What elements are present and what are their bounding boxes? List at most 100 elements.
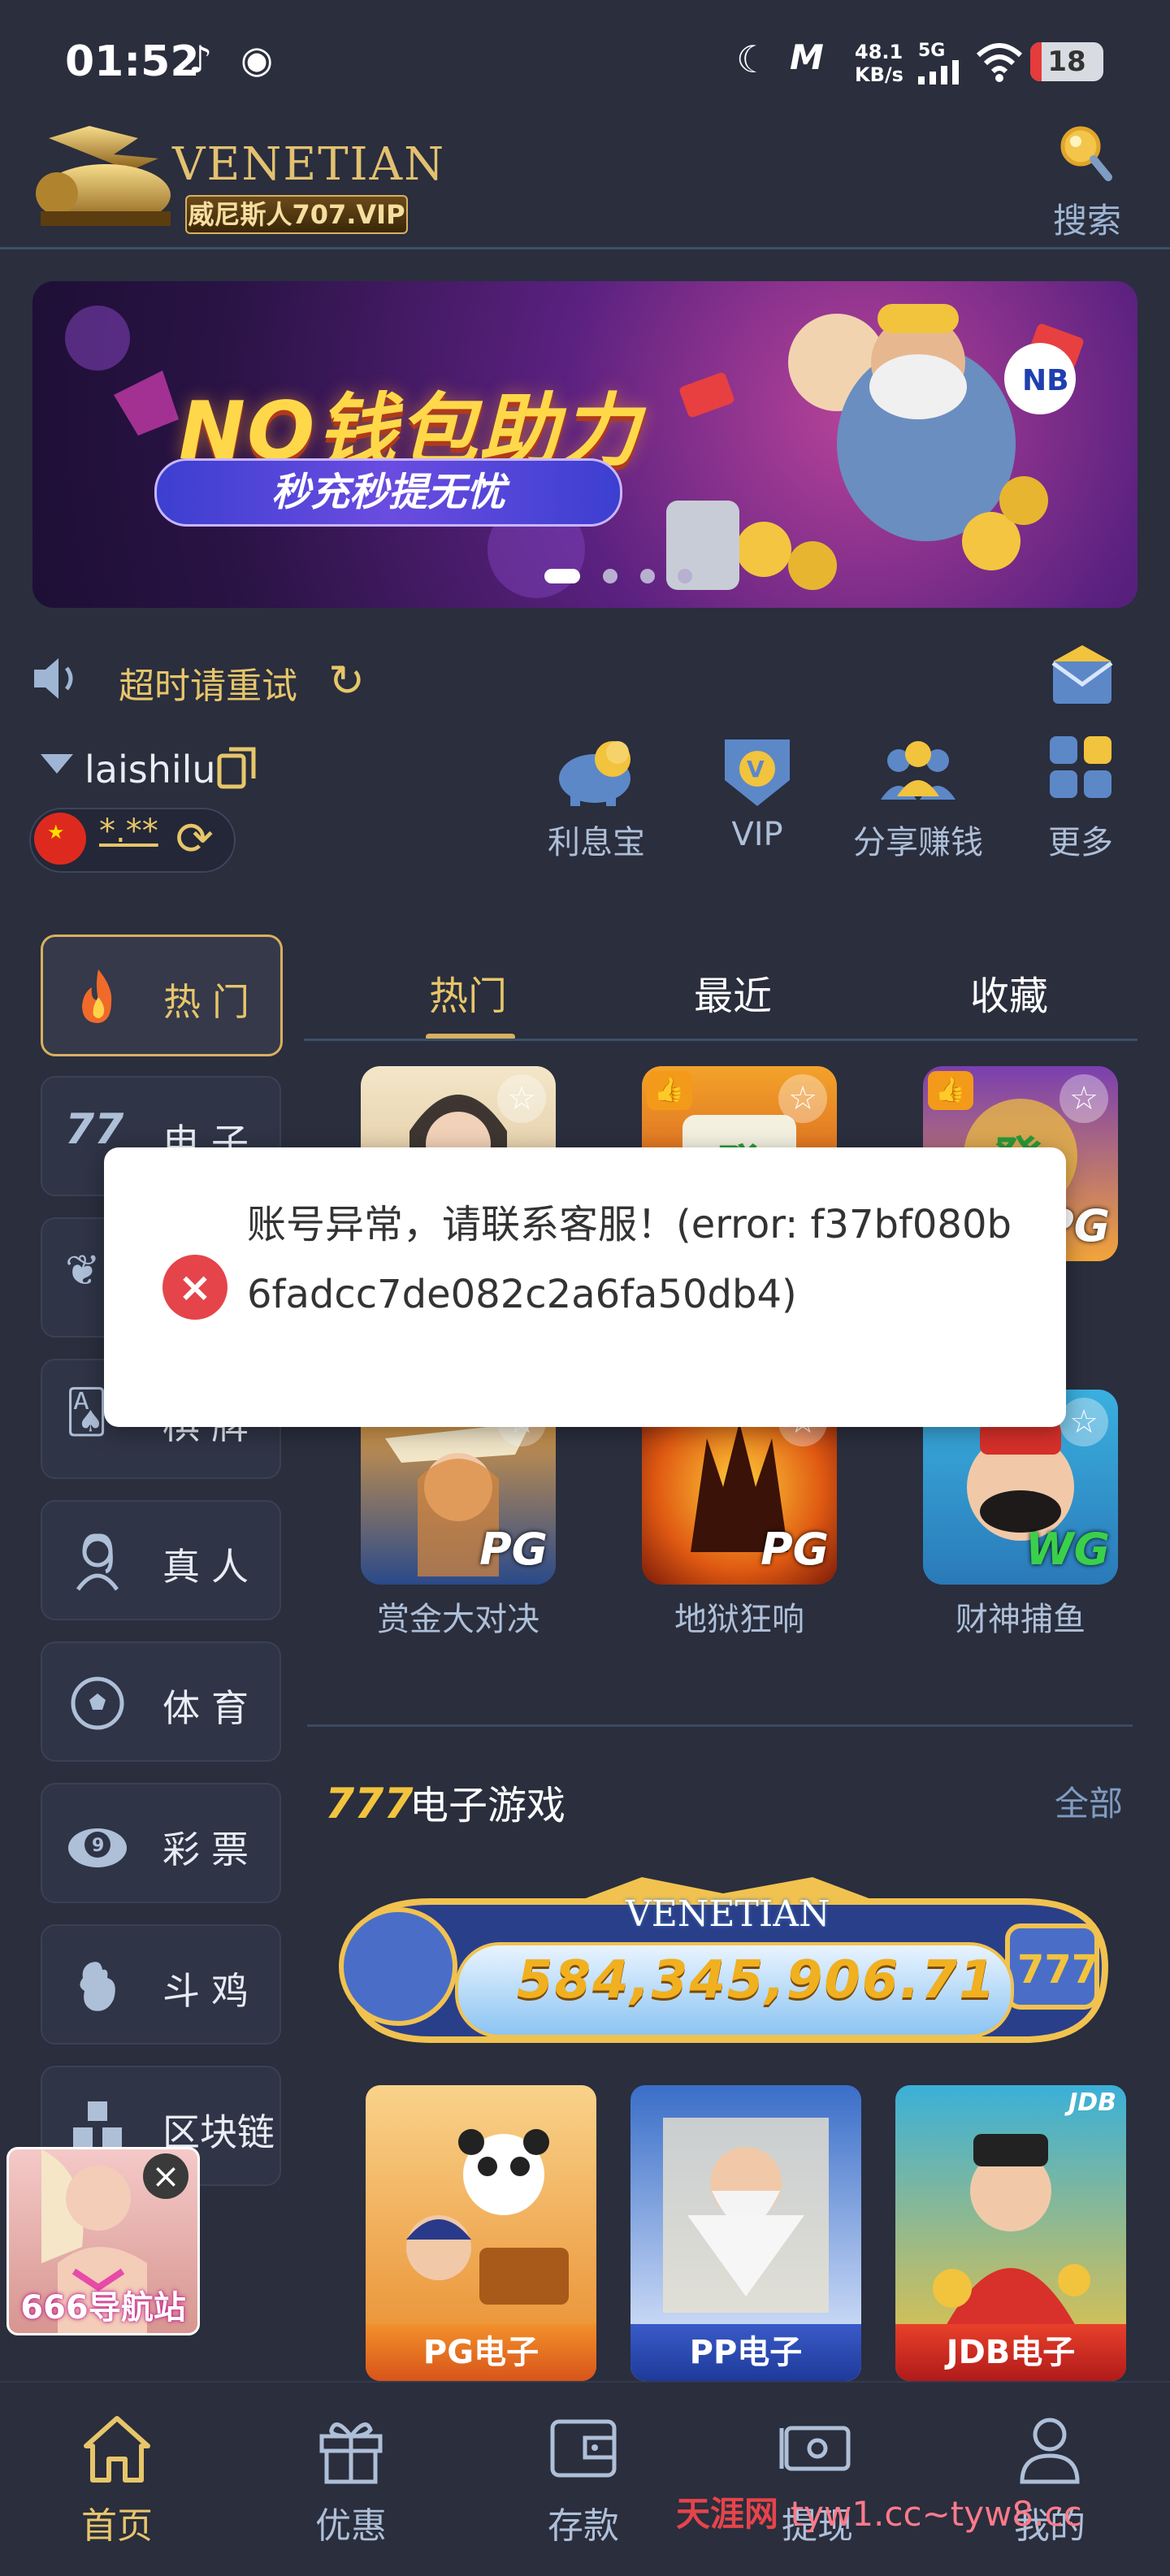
ad-label: 666导航站 bbox=[20, 2289, 186, 2327]
favorite-star-icon[interactable]: ☆ bbox=[1060, 1398, 1108, 1446]
nav-label: 存款 bbox=[548, 2505, 619, 2547]
provider-brand: PG bbox=[760, 1524, 829, 1575]
tab-favorites[interactable]: 收藏 bbox=[970, 964, 1048, 1021]
quick-action-share[interactable]: 分享赚钱 bbox=[845, 731, 991, 863]
retry-icon[interactable]: ↻ bbox=[328, 655, 365, 706]
piggy-bank-icon bbox=[559, 741, 630, 806]
china-flag-icon: ★ bbox=[34, 813, 86, 865]
speaker-icon bbox=[34, 658, 73, 699]
search-icon[interactable] bbox=[1056, 120, 1113, 185]
wifi-icon bbox=[976, 43, 1023, 82]
banner-pagination[interactable] bbox=[544, 569, 715, 587]
provider-card-pg[interactable]: PG电子 bbox=[366, 2085, 596, 2381]
share-people-icon bbox=[881, 741, 956, 800]
promo-banner[interactable]: NB NO钱包助力 秒充秒提无忧 bbox=[32, 281, 1138, 608]
category-sports[interactable]: 体育 bbox=[41, 1641, 281, 1762]
section-divider bbox=[307, 1724, 1133, 1727]
game-name: 地狱狂响 bbox=[674, 1601, 804, 1638]
provider-card-jdb[interactable]: JDB JDB电子 bbox=[895, 2085, 1126, 2381]
category-label: 斗鸡 bbox=[162, 1969, 260, 2013]
logo-text: VENETIAN bbox=[172, 138, 446, 191]
favorite-star-icon[interactable]: ☆ bbox=[778, 1074, 827, 1123]
nav-label: 首页 bbox=[81, 2505, 153, 2547]
tab-hot[interactable]: 热门 bbox=[429, 964, 507, 1021]
jdb-logo: JDB bbox=[1068, 2088, 1116, 2117]
tab-recent[interactable]: 最近 bbox=[694, 964, 772, 1021]
nav-home[interactable]: 首页 bbox=[36, 2412, 198, 2548]
marquee-notice: 超时请重试 bbox=[119, 666, 297, 707]
banner-dot[interactable] bbox=[640, 569, 655, 583]
category-hot[interactable]: 热门 bbox=[41, 935, 283, 1056]
quick-action-more[interactable]: 更多 bbox=[1008, 731, 1154, 863]
svg-text:V: V bbox=[747, 756, 765, 783]
wallet-icon bbox=[550, 2419, 617, 2478]
category-lottery[interactable]: 9 彩票 bbox=[41, 1783, 281, 1903]
banner-dot[interactable] bbox=[678, 569, 692, 583]
close-ad-icon[interactable]: × bbox=[143, 2153, 188, 2199]
nav-promotions[interactable]: 优惠 bbox=[270, 2412, 432, 2548]
network-type: 5G bbox=[918, 41, 946, 61]
slot-777-icon: 777 bbox=[325, 1780, 414, 1828]
copy-icon[interactable] bbox=[216, 746, 258, 790]
tabs-divider bbox=[304, 1039, 1138, 1041]
moon-icon: ☾ bbox=[736, 37, 770, 81]
category-label: 热门 bbox=[163, 980, 261, 1024]
provider-brand: WG bbox=[1025, 1524, 1110, 1575]
flame-icon bbox=[82, 969, 112, 1023]
wechat-icon: ◉ bbox=[240, 37, 274, 81]
see-all-link[interactable]: 全部 bbox=[1055, 1776, 1123, 1826]
soccer-ball-icon bbox=[71, 1676, 124, 1730]
error-icon: × bbox=[162, 1255, 228, 1320]
more-grid-icon bbox=[1050, 736, 1112, 798]
quick-action-label: 更多 bbox=[1048, 824, 1113, 861]
pg-panda-artwork bbox=[406, 2129, 569, 2305]
game-name: 赏金大对决 bbox=[377, 1601, 540, 1638]
category-label: 真人 bbox=[162, 1545, 260, 1589]
nav-deposit[interactable]: 存款 bbox=[502, 2412, 665, 2548]
quick-action-interest[interactable]: 利息宝 bbox=[523, 731, 670, 863]
cash-icon bbox=[779, 2426, 851, 2471]
quick-action-vip[interactable]: V VIP bbox=[684, 731, 830, 853]
mail-icon[interactable] bbox=[1048, 642, 1116, 710]
section-title: 电子游戏 bbox=[410, 1783, 566, 1828]
provider-label: JDB电子 bbox=[895, 2324, 1126, 2381]
category-live[interactable]: 真人 bbox=[41, 1500, 281, 1620]
banner-subtitle: 秒充秒提无忧 bbox=[154, 458, 622, 527]
user-icon bbox=[1020, 2418, 1080, 2484]
svg-text:777: 777 bbox=[1017, 1947, 1098, 1993]
svg-text:9: 9 bbox=[92, 1836, 104, 1856]
category-label: 彩票 bbox=[162, 1828, 260, 1871]
svg-text:NB: NB bbox=[1022, 364, 1069, 397]
watermark: 天涯网 tyw1.cc~tyw8.cc bbox=[676, 2494, 1082, 2534]
provider-label: PP电子 bbox=[630, 2324, 861, 2381]
signal-icon bbox=[918, 60, 959, 85]
error-toast: × 账号异常，请联系客服！(error: f37bf080b6fadcc7de0… bbox=[104, 1147, 1066, 1427]
status-bar: 01:52 ♪ ◉ ☾ M 48.1 KB/s 5G 18 bbox=[0, 0, 1170, 114]
home-icon bbox=[84, 2416, 150, 2483]
category-cockfight[interactable]: 斗鸡 bbox=[41, 1924, 281, 2045]
username: laishilu bbox=[84, 748, 216, 791]
quick-action-label: VIP bbox=[731, 816, 783, 853]
tiktok-icon: ♪ bbox=[188, 37, 213, 81]
vip-shield-icon: V bbox=[725, 739, 790, 806]
battery-indicator: 18 bbox=[1030, 42, 1103, 81]
quick-action-label: 分享赚钱 bbox=[853, 824, 983, 861]
error-message: 账号异常，请联系客服！(error: f37bf080b6fadcc7de082… bbox=[247, 1202, 1012, 1317]
banner-dot[interactable] bbox=[544, 569, 580, 583]
category-label: 体育 bbox=[162, 1686, 260, 1730]
nav-label: 优惠 bbox=[315, 2505, 387, 2547]
game-name: 财神捕鱼 bbox=[956, 1601, 1086, 1638]
search-button-label[interactable]: 搜索 bbox=[1053, 193, 1121, 243]
favorite-star-icon[interactable]: ☆ bbox=[1060, 1074, 1108, 1123]
provider-label: PG电子 bbox=[366, 2324, 596, 2381]
provider-card-pp[interactable]: PP电子 bbox=[630, 2085, 861, 2381]
net-speed: 48.1 KB/s bbox=[855, 41, 904, 86]
jdb-god-artwork bbox=[933, 2134, 1090, 2329]
lion-logo-icon[interactable] bbox=[16, 122, 187, 236]
user-caret-icon[interactable] bbox=[41, 754, 73, 774]
gift-icon bbox=[319, 2422, 383, 2484]
favorite-star-icon[interactable]: ☆ bbox=[497, 1074, 546, 1123]
refresh-balance-icon[interactable]: ⟳ bbox=[176, 813, 214, 865]
banner-dot[interactable] bbox=[603, 569, 618, 583]
dealer-woman-icon bbox=[76, 1533, 119, 1591]
